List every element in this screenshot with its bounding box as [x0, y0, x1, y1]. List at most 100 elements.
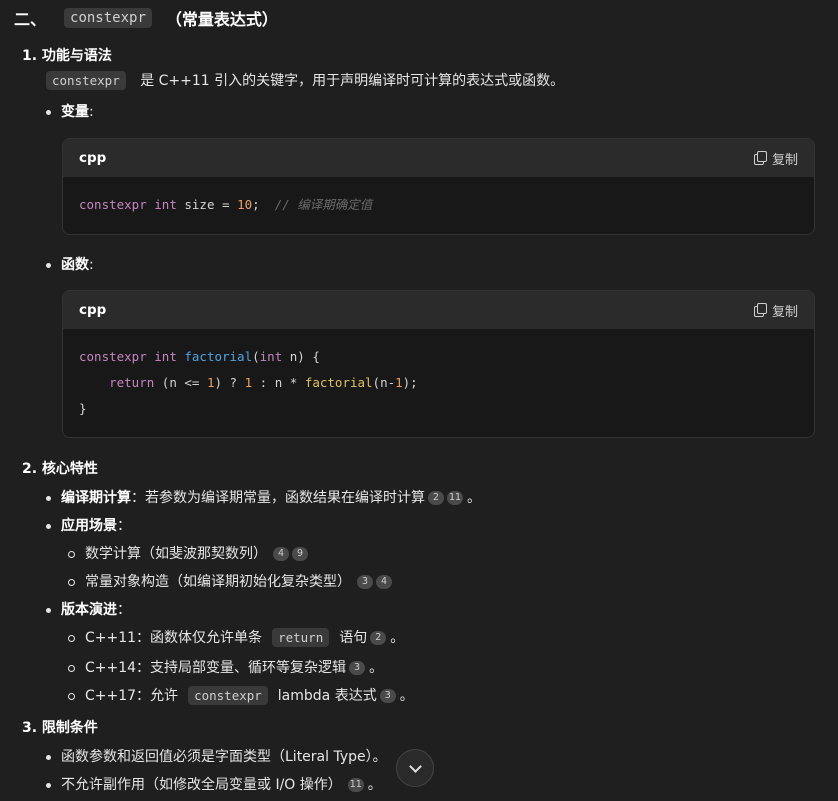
code-line: constexpr int size = 10; // 编译期确定值	[79, 192, 798, 218]
tok: int	[259, 349, 283, 364]
item-text: 不允许副作用（如修改全局变量或 I/O 操作）	[61, 777, 342, 793]
code-lang: cpp	[79, 302, 107, 318]
sub-bullet	[68, 578, 75, 586]
item-text: C++17：允许	[85, 688, 179, 704]
s2-sub-e: C++17：允许 constexpr lambda 表达式 3。	[68, 685, 414, 705]
code-line: }	[79, 401, 87, 416]
colon: :	[89, 257, 94, 273]
citation-badge[interactable]: 3	[357, 575, 373, 589]
citation-badge[interactable]: 4	[376, 575, 392, 589]
tok: int	[154, 349, 177, 364]
item-text: 语句	[339, 630, 368, 646]
item-text: lambda 表达式	[277, 688, 377, 704]
tok: 1	[395, 375, 403, 390]
var-label: 变量	[61, 104, 89, 120]
tok: );	[402, 375, 418, 390]
tok: ;	[252, 197, 275, 212]
s2-item-2: 应用场景：	[46, 515, 131, 535]
inline-code: return	[272, 628, 330, 647]
func-label: 函数	[61, 257, 89, 273]
tok: 10	[237, 197, 253, 212]
tok: factorial	[304, 375, 373, 390]
copy-icon	[753, 151, 767, 165]
code-body: constexpr int size = 10; // 编译期确定值	[63, 177, 814, 218]
code-line: return (n <= 1) ? 1 : n * factorial(n-1)…	[79, 370, 798, 396]
s2-sub-d: C++14：支持局部变量、循环等复杂逻辑 3。	[68, 657, 383, 677]
item-text: C++14：支持局部变量、循环等复杂逻辑	[85, 660, 347, 676]
chevron-down-icon	[408, 759, 422, 773]
citation-badge[interactable]: 11	[447, 491, 463, 505]
period: 。	[399, 688, 414, 704]
period: 。	[369, 660, 384, 676]
colon: ：	[117, 602, 131, 618]
bullet	[46, 109, 51, 115]
code-header: cpp 复制	[63, 291, 814, 329]
tok	[79, 375, 109, 390]
intro-text: 是 C++11 引入的关键字，用于声明编译时可计算的表达式或函数。	[140, 73, 565, 89]
citation-badge[interactable]: 2	[428, 491, 444, 505]
tok: n) {	[282, 349, 320, 364]
heading-suffix: （常量表达式）	[165, 10, 278, 29]
colon: ：	[117, 518, 131, 534]
sub-bullet	[68, 634, 75, 642]
sub-bullet	[68, 664, 75, 672]
tok: (n <=	[154, 375, 207, 390]
item-text: 数学计算（如斐波那契数列）	[85, 546, 267, 562]
copy-button[interactable]: 复制	[753, 149, 798, 168]
code-block-2: cpp 复制 constexpr int factorial(int n) { …	[62, 290, 815, 438]
tok: constexpr	[79, 197, 147, 212]
bullet	[46, 607, 51, 613]
s2-item-3: 版本演进：	[46, 599, 131, 619]
citation-badge[interactable]: 2	[370, 631, 387, 645]
item-label: 版本演进	[61, 602, 117, 618]
item-text: 函数参数和返回值必须是字面类型（Literal Type）	[61, 749, 373, 765]
citation-badge[interactable]: 11	[347, 778, 364, 792]
tok: (n-	[372, 375, 396, 390]
tok: size =	[176, 197, 238, 212]
bullet	[46, 754, 51, 760]
tok: // 编译期确定值	[274, 197, 373, 212]
s2-item-1: 编译期计算：若参数为编译期常量，函数结果在编译时计算 2 11 。	[46, 487, 481, 507]
var-item: 变量:	[46, 101, 94, 121]
code-body: constexpr int factorial(int n) { return …	[63, 329, 814, 422]
item-text: 常量对象构造（如编译期初始化复杂类型）	[85, 574, 351, 590]
tok: constexpr	[79, 349, 147, 364]
copy-icon	[753, 303, 767, 317]
item-label: 编译期计算	[61, 490, 131, 506]
bullet	[46, 262, 51, 268]
scroll-down-button[interactable]	[396, 749, 434, 787]
code-block-1: cpp 复制 constexpr int size = 10; // 编译期确定…	[62, 138, 815, 235]
s2-sub-b: 常量对象构造（如编译期初始化复杂类型） 3 4	[68, 571, 392, 591]
s1-intro: constexpr 是 C++11 引入的关键字，用于声明编译时可计算的表达式或…	[42, 70, 564, 90]
tok: factorial	[184, 349, 253, 364]
s3-item-2: 不允许副作用（如修改全局变量或 I/O 操作） 11。	[46, 774, 382, 794]
citation-badge[interactable]: 9	[292, 547, 308, 561]
code-lang: cpp	[79, 150, 107, 166]
s2-sub-a: 数学计算（如斐波那契数列） 4 9	[68, 543, 308, 563]
tok: ) ?	[214, 375, 245, 390]
tok: (	[252, 349, 260, 364]
copy-button[interactable]: 复制	[753, 301, 798, 320]
colon: :	[89, 104, 94, 120]
sub-bullet	[68, 692, 75, 700]
citation-badge[interactable]: 3	[349, 661, 366, 675]
code-line: constexpr int factorial(int n) {	[79, 344, 798, 370]
citation-badge[interactable]: 3	[379, 689, 396, 703]
item-text: ：若参数为编译期常量，函数结果在编译时计算	[131, 490, 425, 506]
item-text: C++11：函数体仅允许单条	[85, 630, 263, 646]
s2-title: 2. 核心特性	[22, 461, 98, 477]
bullet	[46, 495, 51, 501]
bullet	[46, 523, 51, 529]
citation-badge[interactable]: 4	[273, 547, 289, 561]
code-header: cpp 复制	[63, 139, 814, 177]
heading-prefix: 二、	[14, 10, 47, 29]
copy-label: 复制	[771, 152, 798, 168]
tok: : n *	[252, 375, 305, 390]
s3-title: 3. 限制条件	[22, 720, 98, 736]
period: 。	[390, 630, 405, 646]
s1-title: 1. 功能与语法	[22, 48, 112, 64]
period: 。	[367, 777, 382, 793]
sub-bullet	[68, 550, 75, 558]
func-item: 函数:	[46, 254, 94, 274]
section-heading: 二、 constexpr （常量表达式）	[14, 6, 278, 30]
